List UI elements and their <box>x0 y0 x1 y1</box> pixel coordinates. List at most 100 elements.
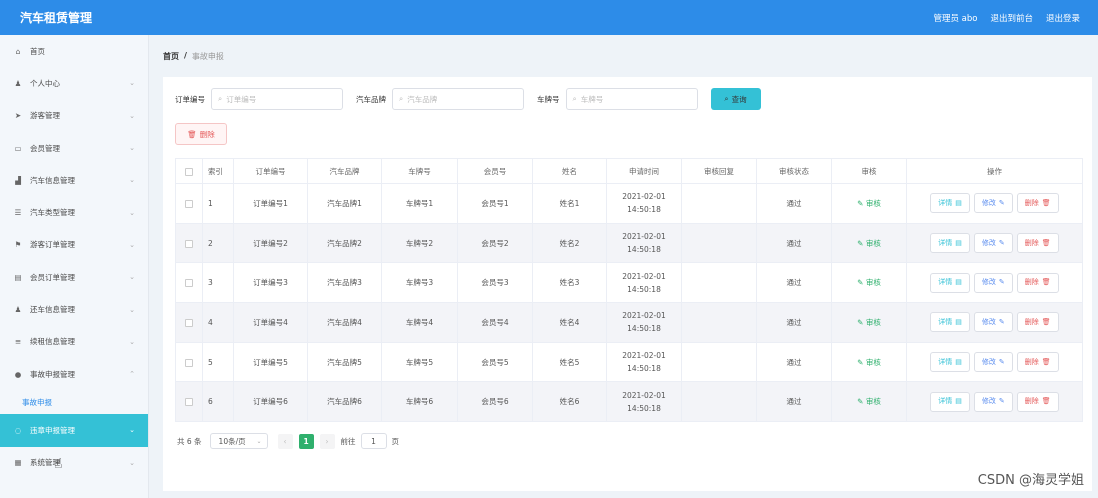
sidebar-item-label: 会员订单管理 <box>30 272 75 282</box>
submenu-accident-report[interactable]: 事故申报 <box>0 390 148 414</box>
goto-input[interactable]: 1 <box>360 433 387 449</box>
cell-name: 姓名6 <box>532 381 607 423</box>
row-checkbox[interactable] <box>185 199 193 208</box>
pager-total: 共 6 条 <box>177 436 202 446</box>
edit-button[interactable]: 修改 ✎ <box>973 193 1013 214</box>
brand-input[interactable]: ⌕ 汽车品牌 <box>392 88 524 110</box>
row-checkbox[interactable] <box>185 398 193 407</box>
delete-button-label: 删除 <box>1024 238 1039 247</box>
audit-link[interactable]: ✎ 审核 <box>857 278 881 287</box>
content-card: 订单编号 ⌕ 订单编号 汽车品牌 ⌕ 汽车品牌 车牌号 ⌕ 车牌号 ⌕ 查询 🗑 删除 索… <box>163 77 1092 491</box>
prev-page-button[interactable]: ‹ <box>277 433 293 449</box>
edit-button-label: 修改 <box>981 357 996 366</box>
location-icon: ● <box>14 369 22 379</box>
delete-button-label: 删除 <box>1024 357 1039 366</box>
audit-link[interactable]: ✎ 审核 <box>857 397 881 406</box>
audit-link[interactable]: ✎ 审核 <box>857 318 881 327</box>
delete-button[interactable]: 删除 🗑 <box>1016 352 1059 373</box>
row-checkbox-cell <box>175 262 203 304</box>
row-checkbox[interactable] <box>185 358 193 367</box>
cell-status: 通过 <box>756 183 832 224</box>
sidebar-item-label: 违章申报管理 <box>30 425 75 435</box>
sidebar-item-6-sidebar.items[interactable]: ⚑ 游客订单管理 ⌄ <box>0 229 148 261</box>
order-input[interactable]: ⌕ 订单编号 <box>211 88 343 110</box>
table-header-cell: 审核回复 <box>681 158 757 184</box>
sidebar-item-4-sidebar.items[interactable]: ▟ 汽车信息管理 ⌄ <box>0 164 148 196</box>
sidebar-item-8-sidebar.items[interactable]: ♟ 还车信息管理 ⌄ <box>0 293 148 325</box>
next-page-button[interactable]: › <box>319 433 335 449</box>
delete-icon: 🗑 <box>1041 278 1051 287</box>
delete-button[interactable]: 删除 🗑 <box>1016 391 1059 412</box>
flag-icon: ⚑ <box>14 240 22 250</box>
monitor-icon: ▦ <box>14 458 22 468</box>
edit-icon: ✎ <box>998 198 1005 207</box>
cell-time: 2021-02-01 14:50:18 <box>606 302 682 343</box>
select-all-checkbox[interactable] <box>185 167 193 176</box>
table-header-cell: 申请时间 <box>606 158 682 184</box>
cell-audit: ✎ 审核 <box>831 183 907 224</box>
detail-button[interactable]: 详情 ▤ <box>930 193 970 214</box>
sidebar-item-0-sidebar.items[interactable]: ⌂ 首页 <box>0 35 148 67</box>
delete-button[interactable]: 删除 🗑 <box>1016 233 1059 254</box>
sidebar-item-label: 游客管理 <box>30 111 60 121</box>
delete-button[interactable]: 删除 🗑 <box>1016 312 1059 333</box>
sidebar-item-2-sidebar.items[interactable]: ➤ 游客管理 ⌄ <box>0 100 148 132</box>
breadcrumb: 首页 / 事故申报 <box>163 51 224 62</box>
edit-button[interactable]: 修改 ✎ <box>973 272 1013 293</box>
delete-button[interactable]: 删除 🗑 <box>1016 272 1059 293</box>
cell-plate: 车牌号6 <box>381 381 458 423</box>
sidebar-item-9-sidebar.items[interactable]: ≡ 续租信息管理 ⌄ <box>0 326 148 358</box>
audit-link[interactable]: ✎ 审核 <box>857 358 881 367</box>
edit-button[interactable]: 修改 ✎ <box>973 391 1013 412</box>
detail-button[interactable]: 详情 ▤ <box>930 312 970 333</box>
user-icon: ♟ <box>14 305 22 315</box>
delete-button[interactable]: 删除 🗑 <box>1016 193 1059 214</box>
circle-icon: ◌ <box>14 425 22 435</box>
table-row: 4 订单编号4 汽车品牌4 车牌号4 会员号4 姓名4 2021-02-01 14:50:1… <box>175 302 1083 343</box>
sidebar-item-3-sidebar.items[interactable]: ▭ 会员管理 ⌄ <box>0 132 148 164</box>
detail-button[interactable]: 详情 ▤ <box>930 391 970 412</box>
sidebar-item-7-sidebar.items[interactable]: ▤ 会员订单管理 ⌄ <box>0 261 148 293</box>
cell-audit: ✎ 审核 <box>831 381 907 423</box>
batch-delete-button[interactable]: 🗑 删除 <box>175 123 227 145</box>
front-link[interactable]: 退出到前台 <box>990 12 1033 24</box>
query-button[interactable]: ⌕ 查询 <box>710 88 761 110</box>
table-header-cell: 审核 <box>831 158 907 184</box>
row-checkbox[interactable] <box>185 279 193 288</box>
cell-status: 通过 <box>756 302 832 343</box>
row-checkbox[interactable] <box>185 318 193 327</box>
sidebar-item-5-sidebar.items[interactable]: ☰ 汽车类型管理 ⌄ <box>0 196 148 228</box>
edit-button[interactable]: 修改 ✎ <box>973 352 1013 373</box>
detail-icon: ▤ <box>955 357 962 366</box>
sidebar-item-label: 首页 <box>30 46 45 56</box>
audit-label: 审核 <box>865 397 881 407</box>
cell-brand: 汽车品牌1 <box>307 183 382 224</box>
chevron-icon: ⌄ <box>129 144 135 153</box>
audit-link[interactable]: ✎ 审核 <box>857 239 881 248</box>
page-number[interactable]: 1 <box>298 433 314 449</box>
sidebar-item-0-sidebar.items2[interactable]: ◌ 违章申报管理 ⌄ <box>0 414 148 447</box>
sidebar-item-1-sidebar.items2[interactable]: ▦ 系统管理 ⌄ <box>0 447 148 479</box>
search-icon: ⌕ <box>572 94 577 103</box>
sidebar-item-10-sidebar.items[interactable]: ● 事故申报管理 ⌃ <box>0 358 148 390</box>
edit-icon: ✎ <box>857 198 866 208</box>
table-row: 6 订单编号6 汽车品牌6 车牌号6 会员号6 姓名6 2021-02-01 14:50:1… <box>175 381 1083 423</box>
logout-link[interactable]: 退出登录 <box>1046 12 1080 24</box>
detail-button[interactable]: 详情 ▤ <box>930 352 970 373</box>
page-size-select[interactable]: 10条/页 ⌄ <box>209 433 268 449</box>
breadcrumb-home[interactable]: 首页 <box>163 51 179 62</box>
sidebar-item-1-sidebar.items[interactable]: ♟ 个人中心 ⌄ <box>0 67 148 99</box>
detail-button[interactable]: 详情 ▤ <box>930 233 970 254</box>
delete-icon: 🗑 <box>1041 357 1051 366</box>
edit-button-label: 修改 <box>981 317 996 326</box>
row-actions: 详情 ▤ 修改 ✎ 删除 🗑 <box>907 391 1082 412</box>
row-checkbox[interactable] <box>185 239 193 248</box>
plate-input[interactable]: ⌕ 车牌号 <box>565 88 698 110</box>
edit-button[interactable]: 修改 ✎ <box>973 233 1013 254</box>
edit-icon: ✎ <box>857 357 866 367</box>
detail-icon: ▤ <box>955 397 962 406</box>
table-header-cell: 姓名 <box>532 158 607 184</box>
detail-button[interactable]: 详情 ▤ <box>930 272 970 293</box>
edit-button[interactable]: 修改 ✎ <box>973 312 1013 333</box>
audit-link[interactable]: ✎ 审核 <box>857 199 881 208</box>
